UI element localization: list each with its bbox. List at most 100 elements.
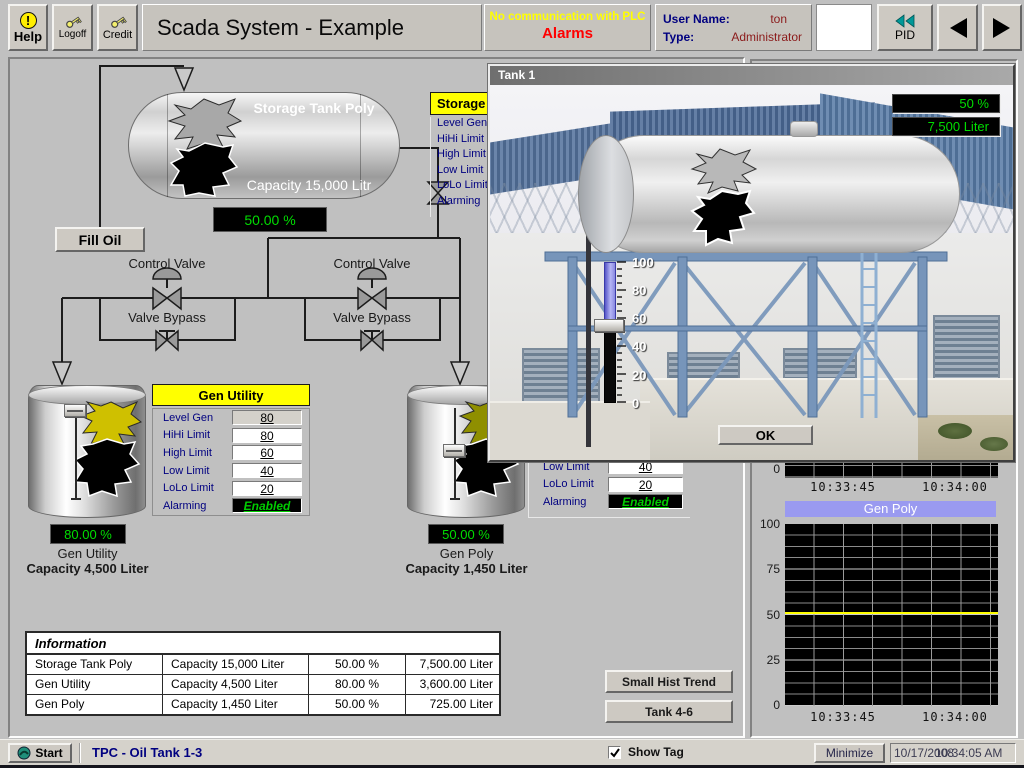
fill-oil-button[interactable]: Fill Oil <box>55 227 145 252</box>
low-limit-field[interactable]: 40 <box>232 463 302 478</box>
control-valve-right-label: Control Valve <box>322 256 422 271</box>
field-label: LoLo Limit <box>529 478 608 490</box>
panel-row: LoLo Limit20 <box>529 476 690 494</box>
level-gen-field[interactable]: 80 <box>232 410 302 425</box>
cell-percent: 50.00 % <box>309 695 406 714</box>
alarming-toggle[interactable]: Enabled <box>232 498 302 513</box>
cell-volume: 725.00 Liter <box>406 695 499 714</box>
credit-button[interactable]: Credit <box>97 4 138 51</box>
blank-panel <box>816 4 872 51</box>
logoff-label: Logoff <box>59 29 87 40</box>
next-page-button[interactable] <box>982 4 1022 51</box>
tank-nozzle <box>790 121 818 137</box>
user-name-label: User Name: <box>663 12 730 26</box>
photo-tank-endcap <box>578 135 634 253</box>
gen-poly-level-slider-handle[interactable] <box>443 444 465 457</box>
right-arrow-icon <box>989 15 1015 41</box>
gen-utility-tank-graphic[interactable] <box>28 385 146 518</box>
help-icon: ! <box>20 12 37 29</box>
table-row: Storage Tank Poly Capacity 15,000 Liter … <box>27 655 499 675</box>
lolo-limit-field[interactable]: 20 <box>608 477 683 492</box>
show-tag-label: Show Tag <box>628 745 684 759</box>
y-tick: 75 <box>748 562 780 576</box>
popup-level-slider-handle[interactable] <box>594 319 624 332</box>
high-limit-field[interactable]: 60 <box>232 445 302 460</box>
scale-tick-label: 40 <box>632 339 668 354</box>
clock-panel: 10/17/2008 10:34:05 AM <box>890 743 1016 763</box>
gen-utility-panel-header: Gen Utility <box>152 384 310 406</box>
scale-tick-label: 20 <box>632 368 668 383</box>
panel-row: HiHi Limit80 <box>153 427 309 445</box>
cell-tank-name: Gen Poly <box>27 695 163 714</box>
photo-tank-body <box>585 135 960 253</box>
field-label: Low Limit <box>153 465 232 477</box>
pid-button[interactable]: PID <box>877 4 933 51</box>
start-button[interactable]: Start <box>8 743 72 763</box>
alarming-toggle[interactable]: Enabled <box>608 494 683 509</box>
level-slider-track <box>75 408 77 500</box>
scale-tick-label: 0 <box>632 396 668 411</box>
cell-capacity: Capacity 15,000 Liter <box>163 655 309 675</box>
top-trend-time-axis: 10:33:45 10:34:00 <box>785 480 998 494</box>
gen-poly-trend-header: Gen Poly <box>785 501 996 517</box>
alarms-text[interactable]: Alarms <box>485 25 650 42</box>
help-button[interactable]: ! Help <box>8 4 48 51</box>
tank-4-6-button[interactable]: Tank 4-6 <box>605 700 733 723</box>
field-label: Alarming <box>529 496 608 508</box>
storage-tank-graphic[interactable]: Storage Tank Poly Capacity 15,000 Litr <box>128 92 400 199</box>
taskbar: Start TPC - Oil Tank 1-3 Show Tag Minimi… <box>0 739 1024 765</box>
logoff-button[interactable]: Logoff <box>52 4 93 51</box>
scada-screen: ! Help Logoff Credit Scada System - Exam… <box>0 0 1024 768</box>
check-icon <box>610 748 620 758</box>
lolo-limit-field[interactable]: 20 <box>232 481 302 496</box>
information-table-header: Information <box>27 633 499 655</box>
comm-status-panel: No communication with PLC Alarms <box>484 4 651 51</box>
y-tick: 100 <box>748 517 780 531</box>
prev-page-button[interactable] <box>937 4 978 51</box>
time-tick: 10:34:00 <box>920 480 990 494</box>
field-label: HiHi Limit <box>153 429 232 441</box>
panel-row: LoLo Limit20 <box>153 479 309 497</box>
gen-utility-name: Gen Utility <box>20 546 155 561</box>
popup-slider-track-upper <box>604 262 616 326</box>
top-trend-y-zero: 0 <box>752 462 780 476</box>
scale-tick-label: 80 <box>632 283 668 298</box>
show-tag-checkbox[interactable] <box>608 746 621 759</box>
photo-level-blob <box>680 147 765 252</box>
app-title-panel: Scada System - Example <box>142 4 482 51</box>
popup-slider-track-lower <box>604 326 616 403</box>
information-table: Information Storage Tank Poly Capacity 1… <box>25 631 501 716</box>
user-type-label: Type: <box>663 30 694 44</box>
gen-utility-panel-body: Level Gen80 HiHi Limit80 High Limit60 Lo… <box>152 408 310 516</box>
left-arrow-icon <box>945 15 971 41</box>
key-icon <box>64 15 82 29</box>
time-tick: 10:33:45 <box>808 480 878 494</box>
storage-percent-display: 50.00 % <box>213 207 327 232</box>
gen-poly-trend-plot <box>785 524 998 706</box>
taskbar-divider <box>79 743 81 763</box>
popup-volume-display: 7,500 Liter <box>892 117 1000 136</box>
taskbar-time: 10:34:05 AM <box>935 746 1002 760</box>
storage-tank-name: Storage Tank Poly <box>229 100 399 116</box>
gen-utility-capacity: Capacity 4,500 Liter <box>10 561 165 576</box>
cell-capacity: Capacity 4,500 Liter <box>163 675 309 695</box>
trend-value-line <box>785 612 998 614</box>
slider-end-tick <box>71 498 81 500</box>
slider-tick-marks <box>617 261 631 406</box>
minimize-button[interactable]: Minimize <box>814 743 885 763</box>
panel-row: AlarmingEnabled <box>529 493 690 511</box>
gen-utility-level-slider-handle[interactable] <box>64 404 86 417</box>
tank1-titlebar[interactable]: Tank 1 <box>490 66 1013 85</box>
vertical-pipe <box>586 213 591 447</box>
field-label: Alarming <box>153 500 232 512</box>
time-tick: 10:34:00 <box>920 710 990 724</box>
ok-button[interactable]: OK <box>718 425 813 445</box>
small-hist-trend-button[interactable]: Small Hist Trend <box>605 670 733 693</box>
gen-utility-percent-display: 80.00 % <box>50 524 126 544</box>
scale-tick-label: 100 <box>632 255 668 270</box>
hihi-limit-field[interactable]: 80 <box>232 428 302 443</box>
panel-row: Level Gen80 <box>153 409 309 427</box>
field-label: LoLo Limit <box>153 482 232 494</box>
y-tick: 0 <box>748 698 780 712</box>
key-icon <box>109 15 127 29</box>
